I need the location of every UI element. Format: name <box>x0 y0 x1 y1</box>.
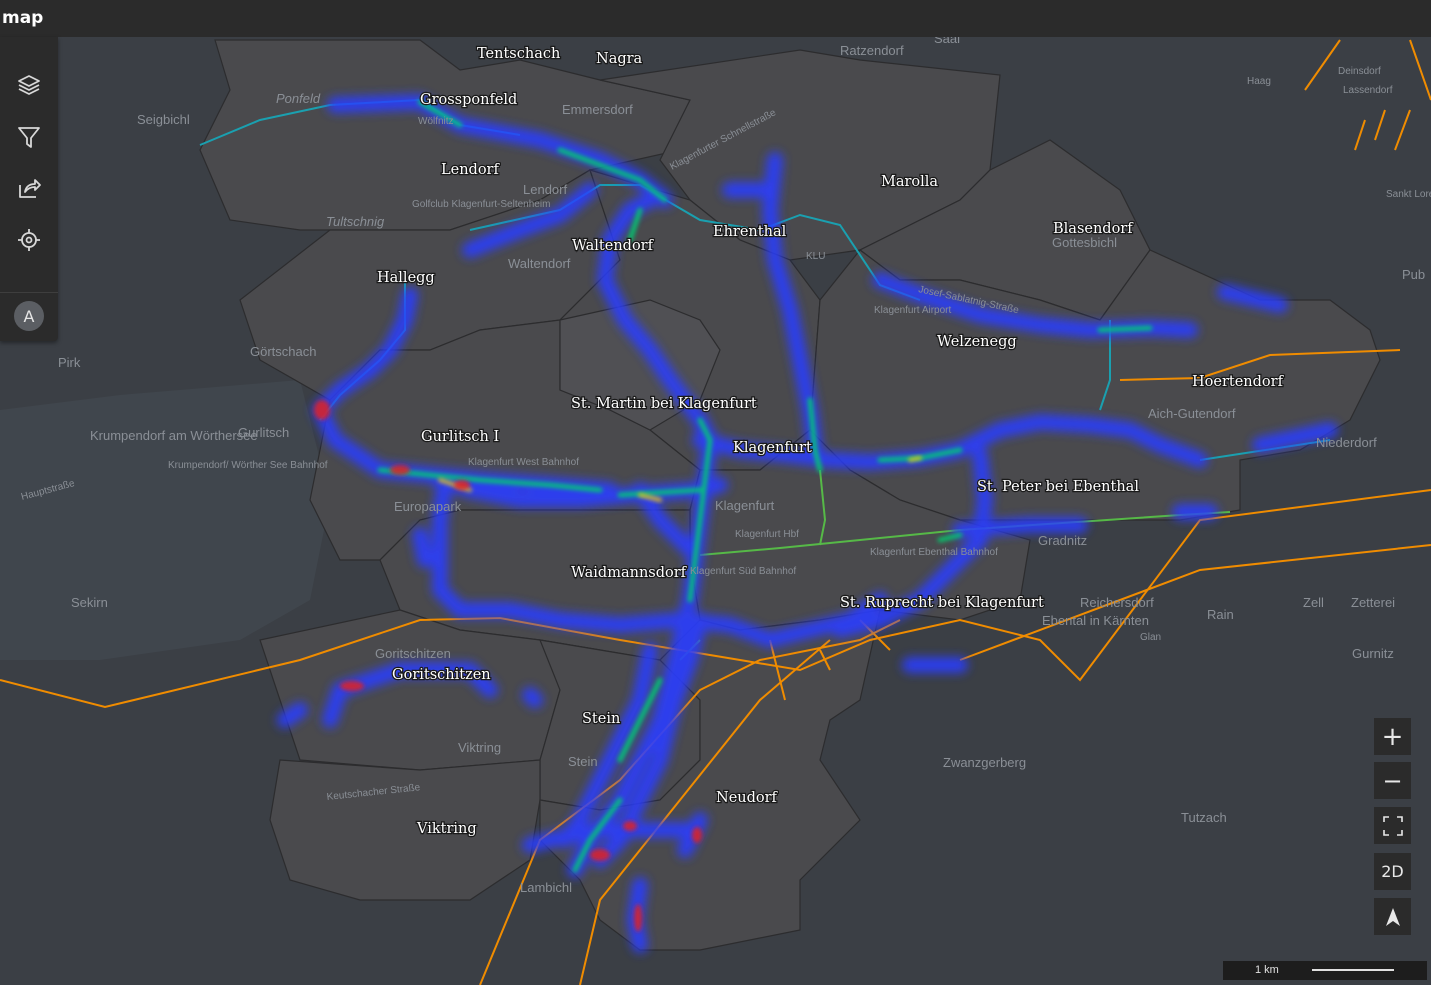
district-label: Lendorf <box>441 162 500 178</box>
basemap-label: Zwanzgerberg <box>943 755 1026 770</box>
basemap-label: Pirk <box>58 355 81 370</box>
district-label: Welzenegg <box>937 334 1017 350</box>
basemap-label: Lendorf <box>523 182 567 197</box>
scale-line <box>1312 969 1394 971</box>
basemap-label: Lassendorf <box>1343 85 1393 96</box>
district-label: Hallegg <box>377 270 435 286</box>
window-titlebar: map <box>0 0 1431 37</box>
map-svg: Seigbichl Ponfeld Emmersdorf Ratzendorf … <box>0 37 1431 985</box>
filter-icon <box>18 127 40 148</box>
map-toolbar: A <box>0 37 58 341</box>
basemap-label: Krumpendorf/ Wörther See Bahnhof <box>168 460 328 471</box>
share-button[interactable] <box>14 173 44 203</box>
map-canvas[interactable]: Seigbichl Ponfeld Emmersdorf Ratzendorf … <box>0 37 1431 985</box>
district-label: St. Peter bei Ebenthal <box>977 479 1139 495</box>
view-mode-button[interactable]: 2D <box>1374 853 1411 890</box>
north-button[interactable] <box>1374 898 1411 935</box>
district-label: Nagra <box>596 51 643 67</box>
basemap-label: Emmersdorf <box>562 102 633 117</box>
district-label: Gurlitsch I <box>421 429 499 445</box>
basemap-label: Gottesbichl <box>1052 235 1117 250</box>
district-label: Marolla <box>881 174 938 190</box>
district-label: Stein <box>582 711 620 727</box>
basemap-label: Klagenfurt West Bahnhof <box>468 457 579 468</box>
basemap-label: Ponfeld <box>276 91 321 106</box>
fullscreen-button[interactable] <box>1374 807 1411 844</box>
basemap-label: Rain <box>1207 607 1234 622</box>
share-icon <box>19 179 41 198</box>
district-label: Hoertendorf <box>1192 374 1285 390</box>
district-label: Neudorf <box>716 790 779 806</box>
district-label: Goritschitzen <box>392 667 491 683</box>
basemap-label: Gurnitz <box>1352 646 1394 661</box>
fullscreen-icon <box>1382 815 1403 836</box>
basemap-label: Klagenfurt Süd Bahnhof <box>690 566 796 577</box>
basemap-label: Haag <box>1247 76 1271 87</box>
basemap-label: Goritschitzen <box>375 646 451 661</box>
district-label: St. Martin bei Klagenfurt <box>571 396 757 412</box>
district-label: Klagenfurt <box>733 440 812 456</box>
basemap-label: Klagenfurt Airport <box>874 305 951 316</box>
basemap-label: Görtschach <box>250 344 316 359</box>
district-label: Grossponfeld <box>420 92 517 108</box>
basemap-label: Waltendorf <box>508 256 571 271</box>
basemap-label: Gradnitz <box>1038 533 1087 548</box>
scale-bar: 1 km <box>1223 961 1427 980</box>
basemap-label: Sekirn <box>71 595 108 610</box>
zoom-in-button[interactable]: + <box>1374 718 1411 755</box>
basemap-label: Wölfnitz <box>418 116 454 127</box>
district-label: Waltendorf <box>572 238 655 254</box>
basemap-label: Saal <box>934 37 960 46</box>
scale-label: 1 km <box>1255 964 1279 976</box>
basemap-label: Krumpendorf am Wörthersee <box>90 428 258 443</box>
basemap-label: Niederdorf <box>1316 435 1377 450</box>
basemap-label: Klagenfurt Hbf <box>735 529 799 540</box>
basemap-label: Aich-Gutendorf <box>1148 406 1236 421</box>
basemap-label: Stein <box>568 754 598 769</box>
layers-button[interactable] <box>14 70 44 100</box>
district-label: Blasendorf <box>1053 221 1134 237</box>
district-label: St. Ruprecht bei Klagenfurt <box>840 595 1044 611</box>
basemap-label: Ebental in Kärnten <box>1042 613 1149 628</box>
basemap-label: Europapark <box>394 499 462 514</box>
layers-icon <box>18 75 40 95</box>
basemap-label: Ratzendorf <box>840 43 904 58</box>
zoom-out-button[interactable]: − <box>1374 762 1411 799</box>
basemap-label: Viktring <box>458 740 501 755</box>
basemap-label: Zell <box>1303 595 1324 610</box>
basemap-label: KLU <box>806 251 825 262</box>
basemap-label: Tutzach <box>1181 810 1227 825</box>
basemap-label: Klagenfurt Ebenthal Bahnhof <box>870 547 998 558</box>
basemap-label: Lambichl <box>520 880 572 895</box>
basemap-label: Deinsdorf <box>1338 66 1381 77</box>
toolbar-divider <box>0 292 58 293</box>
basemap-label: Reichersdorf <box>1080 595 1154 610</box>
district-label: Ehrenthal <box>713 224 787 240</box>
basemap-label: Golfclub Klagenfurt-Seltenheim <box>412 199 550 210</box>
basemap-label: Sankt Lorenzen <box>1386 189 1431 200</box>
lake-woerthersee <box>0 380 330 660</box>
district-label: Waidmannsdorf <box>571 565 688 581</box>
basemap-label: Tultschnig <box>326 214 385 229</box>
user-avatar[interactable]: A <box>14 301 44 331</box>
basemap-label: Seigbichl <box>137 112 190 127</box>
district-label: Tentschach <box>477 46 560 62</box>
basemap-label: Zetterei <box>1351 595 1395 610</box>
basemap-label: Pub <box>1402 267 1425 282</box>
north-arrow-icon <box>1385 907 1400 926</box>
filter-button[interactable] <box>14 122 44 152</box>
app-title: map <box>2 8 44 28</box>
basemap-label: Klagenfurt <box>715 498 775 513</box>
crosshair-icon <box>18 229 40 251</box>
district-label: Viktring <box>416 821 477 837</box>
basemap-label: Glan <box>1140 632 1161 643</box>
locate-button[interactable] <box>14 225 44 255</box>
